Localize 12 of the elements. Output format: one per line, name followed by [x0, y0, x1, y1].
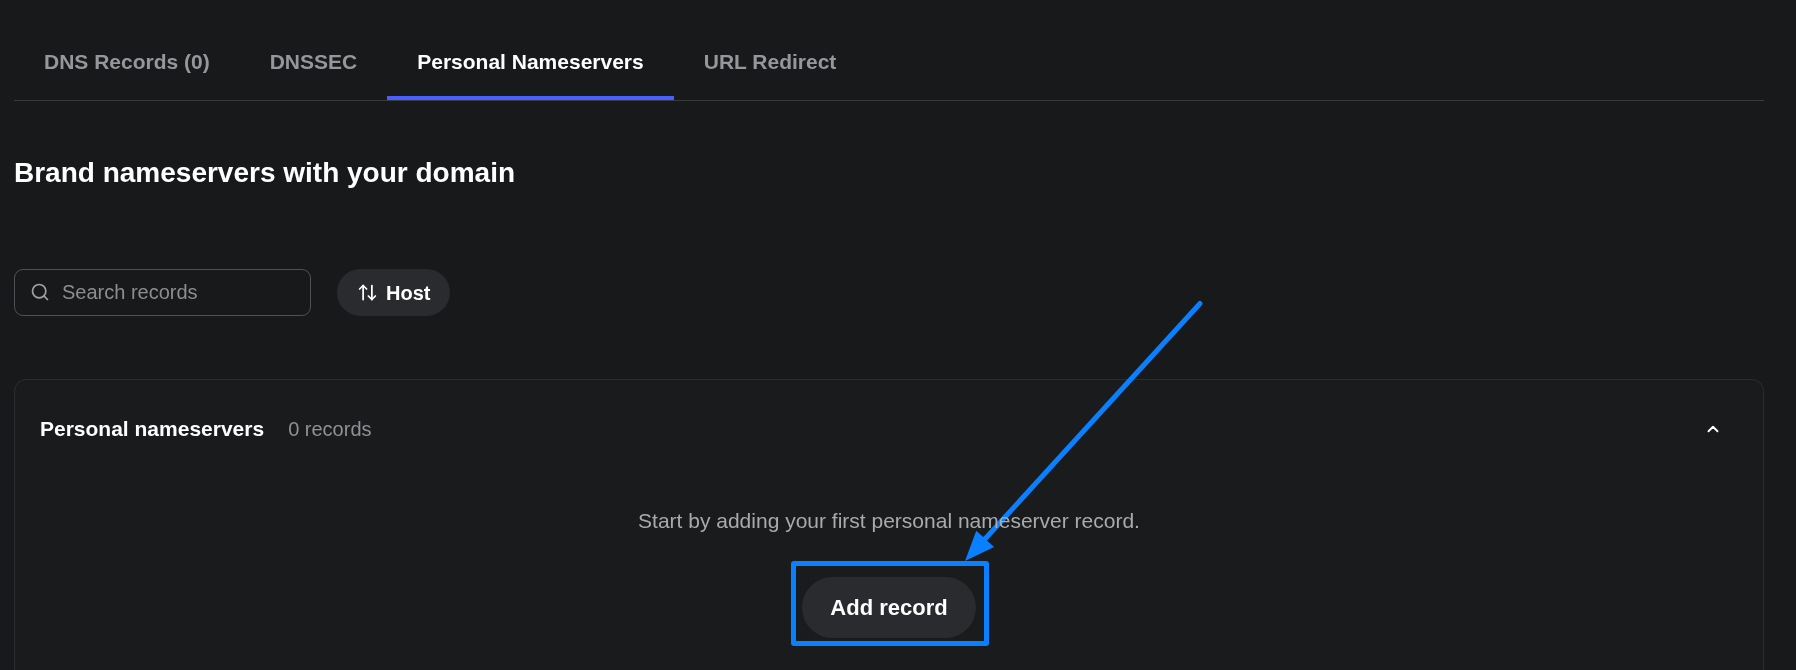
section-title: Personal nameservers [40, 416, 265, 442]
up-down-arrows-icon [357, 282, 378, 303]
tab[interactable]: Personal Nameservers [387, 0, 674, 100]
record-count: 0 records [288, 417, 372, 442]
tab[interactable]: DNS Records (0) [14, 0, 240, 100]
search-icon [30, 282, 50, 302]
add-record-button[interactable]: Add record [802, 577, 976, 638]
tab[interactable]: DNSSEC [239, 0, 388, 100]
page-heading: Brand nameservers with your domain [14, 156, 517, 190]
sort-button[interactable]: Host [337, 269, 451, 316]
tab[interactable]: URL Redirect [673, 0, 867, 100]
search-field[interactable]: Search records [14, 269, 311, 316]
